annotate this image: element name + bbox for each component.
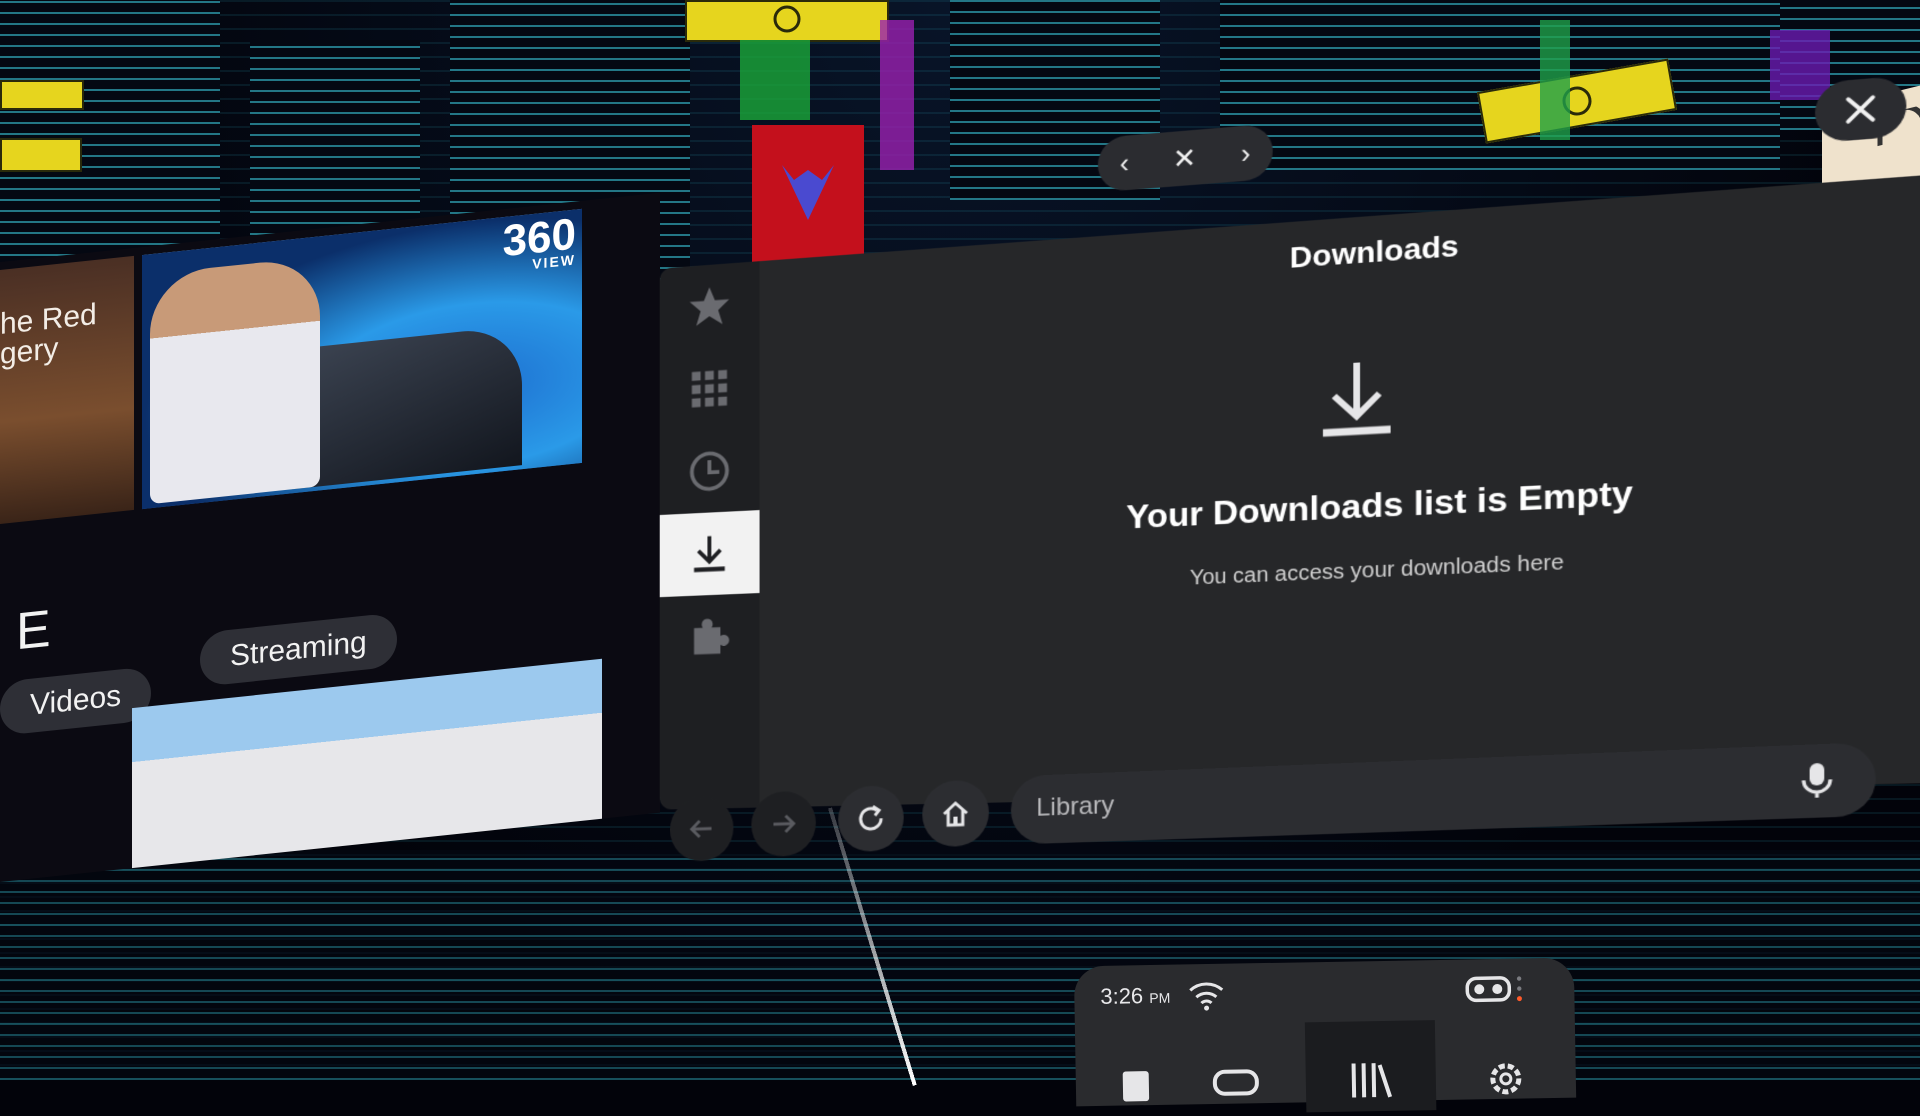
sidebar-item-apps[interactable] (660, 344, 760, 433)
close-tab-button[interactable]: ✕ (1173, 141, 1197, 176)
close-icon (1842, 91, 1879, 128)
tray-tab-profile[interactable] (1085, 1024, 1187, 1116)
forward-icon (767, 807, 799, 841)
address-placeholder: Library (1036, 791, 1115, 823)
sidebar-item-addons[interactable] (660, 593, 760, 679)
sidebar-item-downloads[interactable] (659, 510, 760, 598)
library-tab-icon (1351, 1063, 1393, 1098)
thumbnail-title: he Red gery (0, 297, 97, 371)
360-view-badge: 360 VIEW (502, 209, 576, 273)
wolf-sign-icon (0, 138, 82, 172)
settings-tab-icon (1490, 1063, 1522, 1095)
clock-icon (687, 448, 731, 495)
tab-navigation-pill: ‹ ✕ › (1097, 123, 1273, 193)
clock-time: 3:26 (1100, 983, 1144, 1009)
download-empty-icon (1312, 353, 1402, 444)
wolf-sign-icon (0, 80, 84, 110)
empty-state-title: Your Downloads list is Empty (1126, 473, 1633, 536)
video-thumbnail-360[interactable]: 360 VIEW (142, 208, 582, 510)
panel-title: Downloads (1289, 229, 1459, 275)
profile-tab-icon (1122, 1071, 1150, 1102)
download-icon (687, 531, 731, 577)
tray-tab-people[interactable] (1185, 1023, 1287, 1115)
grid-icon (691, 369, 728, 408)
system-tray: 3:26 PM (1073, 957, 1577, 1113)
mic-icon[interactable] (1795, 759, 1839, 801)
clock-ampm: PM (1149, 989, 1171, 1007)
sidebar-item-bookmarks[interactable] (660, 261, 760, 351)
downloads-panel: Downloads Your Downloads list is Empty Y… (759, 164, 1920, 808)
battery-status-icon (1516, 976, 1522, 1002)
refresh-icon (854, 802, 887, 836)
next-tab-button[interactable]: › (1241, 136, 1251, 170)
prev-tab-button[interactable]: ‹ (1120, 146, 1129, 179)
ground-grid (0, 850, 1920, 1080)
refresh-button[interactable] (838, 784, 904, 853)
home-icon (939, 796, 972, 830)
forward-button[interactable] (751, 790, 816, 858)
puzzle-icon (694, 617, 730, 655)
back-icon (686, 812, 718, 845)
cockpit-image (292, 325, 522, 490)
chip-streaming[interactable]: Streaming (200, 612, 397, 687)
sidebar-item-history[interactable] (660, 427, 760, 515)
star-icon (689, 285, 730, 327)
library-sidebar (659, 261, 760, 810)
vr-headset-icon[interactable] (1464, 973, 1513, 1006)
wolf-sign-icon (685, 0, 889, 42)
clock-display: 3:26 PM (1100, 983, 1170, 1010)
tray-tab-library[interactable] (1304, 1020, 1437, 1113)
section-heading-partial: E (16, 599, 51, 662)
video-thumbnail[interactable]: he Red gery (0, 255, 134, 525)
wifi-icon (1189, 982, 1224, 1011)
mask-tab-icon (1212, 1069, 1259, 1096)
left-library-panel: he Red gery 360 VIEW E Videos Streaming (0, 192, 660, 882)
tray-tab-settings[interactable] (1455, 1018, 1557, 1110)
close-window-button[interactable] (1815, 75, 1907, 144)
pilot-image (150, 256, 320, 505)
chip-videos[interactable]: Videos (0, 666, 152, 736)
back-button[interactable] (670, 795, 734, 862)
home-button[interactable] (922, 779, 989, 848)
browser-window: ‹ ✕ › Downloads Your Downloads list is E… (640, 14, 1920, 820)
colored-block (740, 40, 810, 120)
